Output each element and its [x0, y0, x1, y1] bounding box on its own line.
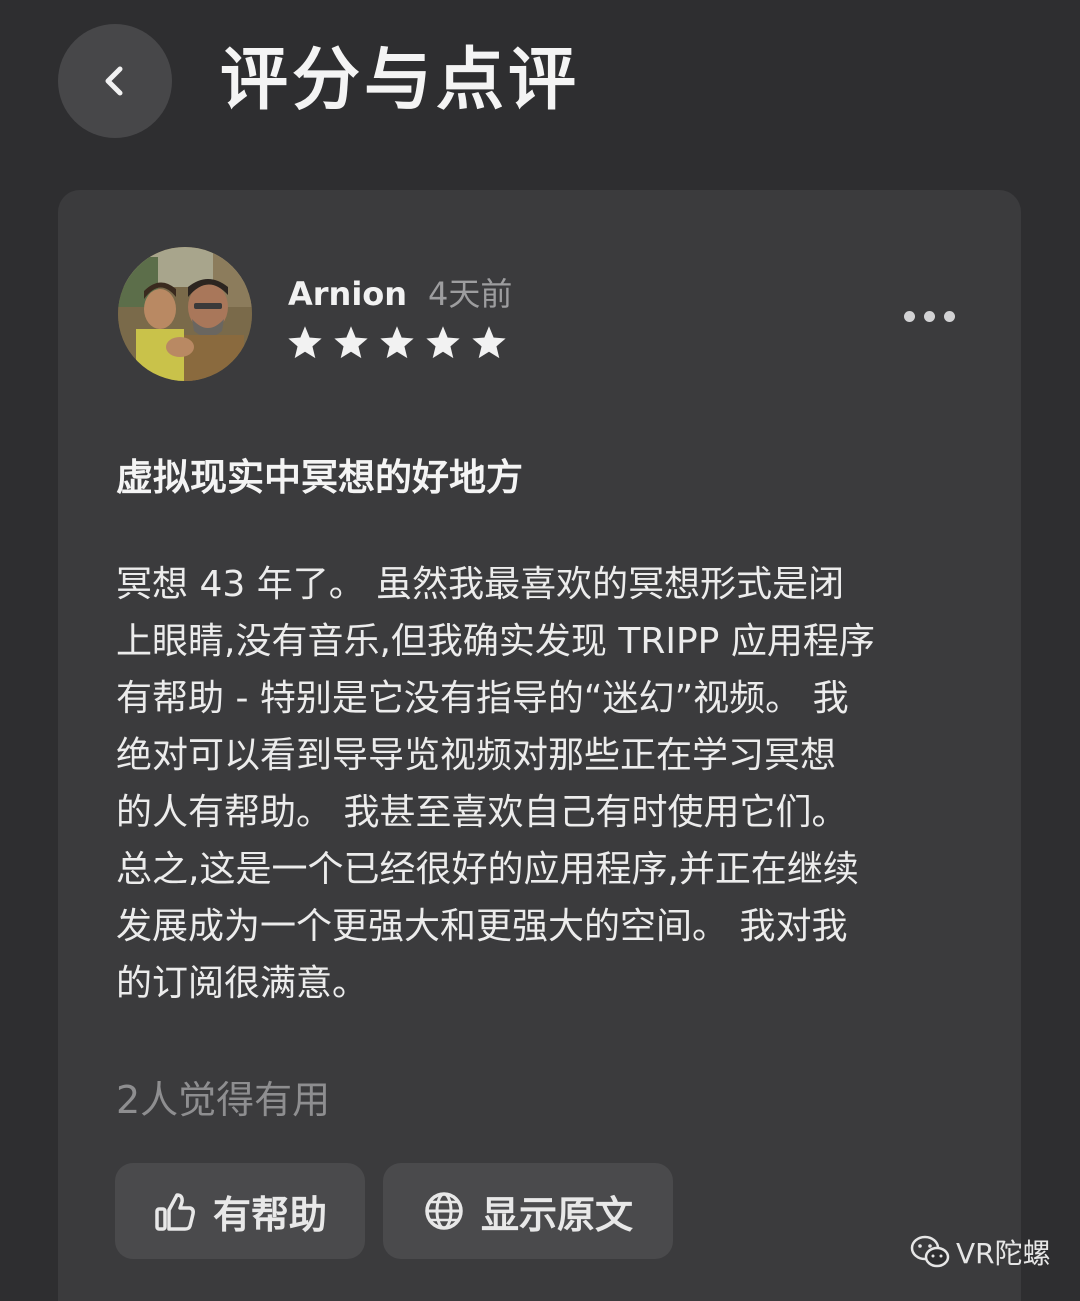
review-time: 4天前	[428, 275, 513, 313]
review-body-line: 上眼睛,没有音乐,但我确实发现 TRIPP 应用程序	[116, 621, 875, 662]
helpful-button[interactable]: 有帮助	[115, 1163, 365, 1259]
helpful-button-label: 有帮助	[212, 1192, 327, 1237]
back-button[interactable]	[58, 24, 172, 138]
helpful-count: 2人觉得有用	[116, 1078, 331, 1122]
review-body-line: 绝对可以看到导导览视频对那些正在学习冥想	[116, 735, 837, 776]
star-icon	[380, 326, 414, 359]
review-body-line: 有帮助 - 特别是它没有指导的“迷幻”视频。 我	[116, 678, 849, 719]
star-icon	[426, 326, 460, 359]
thumbs-up-icon	[155, 1193, 195, 1231]
star-icon	[288, 326, 322, 359]
show-original-button[interactable]: 显示原文	[383, 1163, 673, 1259]
more-horizontal-icon	[903, 310, 915, 322]
reviews-page: 评分与点评 Arnion 4天前 虚拟现实中冥想的好地方 冥想 43 年了。 虽…	[0, 0, 1080, 1301]
review-body-line: 冥想 43 年了。 虽然我最喜欢的冥想形式是闭	[116, 564, 845, 605]
review-body-line: 的人有帮助。 我甚至喜欢自己有时使用它们。	[116, 792, 848, 833]
avatar[interactable]	[118, 247, 252, 381]
chevron-left-icon	[105, 66, 123, 96]
review-body-line: 发展成为一个更强大和更强大的空间。 我对我	[116, 906, 848, 947]
review-body: 冥想 43 年了。 虽然我最喜欢的冥想形式是闭 上眼睛,没有音乐,但我确实发现 …	[116, 556, 976, 1012]
review-card: Arnion 4天前 虚拟现实中冥想的好地方 冥想 43 年了。 虽然我最喜欢的…	[58, 190, 1021, 1301]
watermark: VR陀螺	[910, 1232, 1051, 1272]
reviewer-name: Arnion	[288, 275, 408, 313]
globe-icon	[425, 1192, 463, 1230]
watermark-text: VR陀螺	[956, 1237, 1051, 1270]
more-options-button[interactable]	[894, 296, 964, 336]
review-body-line: 总之,这是一个已经很好的应用程序,并正在继续	[116, 849, 859, 890]
star-icon	[334, 326, 368, 359]
show-original-label: 显示原文	[480, 1192, 633, 1237]
review-title: 虚拟现实中冥想的好地方	[116, 456, 523, 499]
review-body-line: 的订阅很满意。	[116, 963, 369, 1004]
star-icon	[472, 326, 506, 359]
page-title: 评分与点评	[220, 41, 581, 120]
star-rating	[288, 326, 506, 360]
wechat-icon	[910, 1235, 950, 1268]
